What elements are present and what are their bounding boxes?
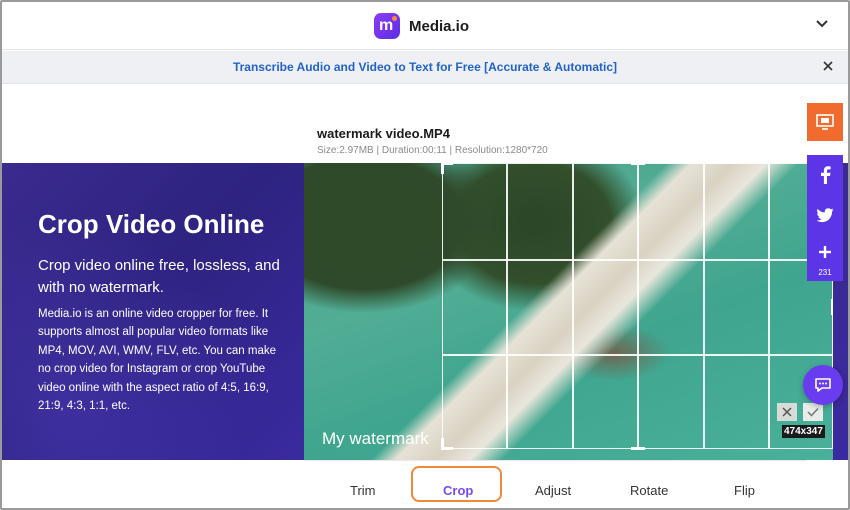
facebook-share-button[interactable] bbox=[807, 155, 843, 195]
chevron-down-icon[interactable] bbox=[814, 16, 830, 32]
hero-description: Media.io is an online video cropper for … bbox=[38, 308, 276, 413]
editor-header: watermark video.MP4 Size:2.97MB | Durati… bbox=[304, 123, 807, 163]
check-icon bbox=[807, 407, 819, 417]
crop-cancel-button[interactable] bbox=[777, 403, 797, 421]
page-title: Crop Video Online bbox=[38, 209, 265, 239]
tab-crop[interactable]: Crop bbox=[443, 483, 473, 498]
video-preview[interactable]: My watermark 474x347 bbox=[304, 163, 833, 460]
browser-frame: m Media.io Transcribe Audio and Video to… bbox=[0, 0, 850, 510]
crop-handle-bottom-left[interactable] bbox=[441, 438, 444, 450]
crop-grid-line bbox=[572, 164, 574, 448]
tab-flip[interactable]: Flip bbox=[734, 483, 755, 498]
crop-handle-right[interactable] bbox=[831, 299, 833, 315]
crop-grid-line bbox=[506, 164, 508, 448]
share-screen-button[interactable] bbox=[807, 103, 843, 141]
share-count: 231 bbox=[818, 268, 832, 277]
promo-banner: Transcribe Audio and Video to Text for F… bbox=[2, 51, 848, 84]
social-share-bar: 231 bbox=[807, 155, 843, 281]
chat-icon bbox=[815, 378, 831, 392]
facebook-icon bbox=[821, 166, 831, 184]
crop-handle-bottom[interactable] bbox=[631, 447, 645, 450]
crop-frame[interactable] bbox=[441, 163, 833, 450]
hero-section: Crop Video Online Crop video online free… bbox=[2, 163, 304, 460]
plus-icon bbox=[819, 246, 831, 258]
more-share-button[interactable] bbox=[807, 235, 843, 269]
banner-link[interactable]: Transcribe Audio and Video to Text for F… bbox=[2, 60, 848, 74]
crop-actions bbox=[777, 403, 823, 421]
logo-letter: m bbox=[379, 17, 394, 34]
twitter-share-button[interactable] bbox=[807, 195, 843, 235]
close-icon bbox=[782, 407, 792, 417]
file-meta: Size:2.97MB | Duration:00:11 | Resolutio… bbox=[317, 145, 548, 156]
crop-handle-top-left[interactable] bbox=[441, 163, 444, 174]
brand-name: Media.io bbox=[409, 17, 470, 35]
crop-confirm-button[interactable] bbox=[803, 403, 823, 421]
close-icon[interactable] bbox=[821, 59, 835, 73]
tab-adjust[interactable]: Adjust bbox=[535, 483, 571, 498]
media-io-logo-icon: m bbox=[374, 13, 400, 39]
crop-grid-line bbox=[443, 259, 832, 261]
watermark-text: My watermark bbox=[322, 429, 429, 448]
crop-grid-line bbox=[443, 354, 832, 356]
chat-button[interactable] bbox=[803, 365, 843, 405]
tab-rotate[interactable]: Rotate bbox=[630, 483, 668, 498]
screen-icon bbox=[816, 114, 834, 130]
twitter-icon bbox=[816, 207, 834, 222]
crop-grid-line bbox=[637, 164, 639, 448]
crop-grid-line bbox=[703, 164, 705, 448]
logo-dot bbox=[392, 16, 397, 21]
site-header: m Media.io bbox=[2, 2, 848, 50]
tab-trim[interactable]: Trim bbox=[350, 483, 376, 498]
crop-grid-line bbox=[768, 164, 770, 448]
crop-size-label: 474x347 bbox=[782, 425, 825, 438]
file-name: watermark video.MP4 bbox=[317, 126, 450, 141]
brand-logo[interactable]: m Media.io bbox=[374, 13, 469, 39]
hero-subtitle: Crop video online free, lossless, and wi… bbox=[38, 257, 280, 296]
editor-tabs: Trim Crop Adjust Rotate Flip bbox=[304, 460, 807, 508]
crop-handle-top[interactable] bbox=[631, 163, 645, 165]
